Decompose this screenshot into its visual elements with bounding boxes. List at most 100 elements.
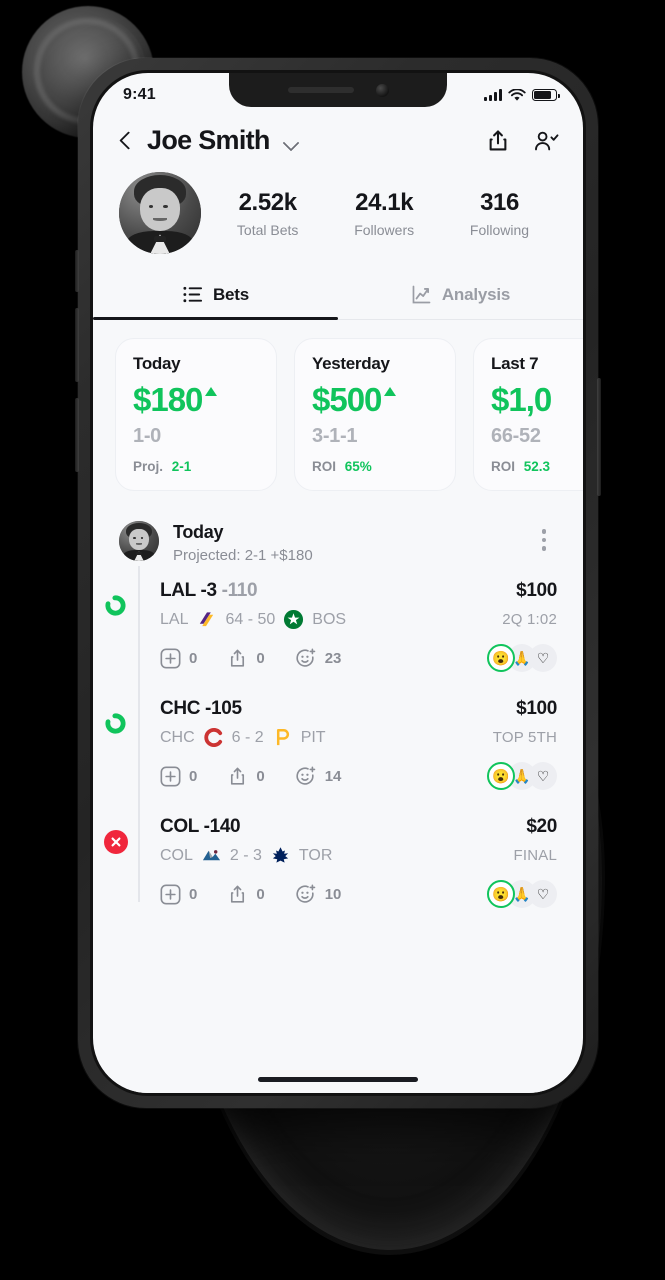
- card-amount: $500: [312, 381, 382, 418]
- add-reaction-action[interactable]: 10: [295, 884, 342, 905]
- tail-bet-action[interactable]: 0: [160, 884, 197, 905]
- volume-down-button[interactable]: [75, 398, 79, 472]
- page-title: Joe Smith: [147, 125, 270, 155]
- bet-row[interactable]: LAL -3 -110 $100 LAL 64 - 50 BOS 2Q 1:02…: [93, 566, 583, 684]
- stat-followers[interactable]: 24.1k Followers: [354, 189, 414, 238]
- volume-up-button[interactable]: [75, 308, 79, 382]
- profile-summary: 2.52k Total Bets 24.1k Followers 316 Fol…: [93, 162, 583, 272]
- card-amount: $180: [133, 381, 203, 418]
- add-reaction-icon: [296, 884, 315, 903]
- card-record: 3-1-1: [312, 425, 358, 447]
- score-line: 2 - 3: [229, 846, 262, 864]
- summary-card-today[interactable]: Today $180 1-0 Proj. 2-1: [115, 338, 277, 491]
- back-button[interactable]: [115, 130, 137, 152]
- score-line: 6 - 2: [231, 728, 264, 746]
- card-footer: Proj. 2-1: [133, 459, 259, 474]
- tab-bets[interactable]: Bets: [93, 272, 338, 320]
- notch: [229, 73, 447, 107]
- bets-timeline: LAL -3 -110 $100 LAL 64 - 50 BOS 2Q 1:02…: [93, 566, 583, 920]
- chevron-down-icon[interactable]: [282, 134, 300, 152]
- reaction-chip[interactable]: 😮: [487, 880, 515, 908]
- bet-game-time: FINAL: [513, 847, 557, 864]
- action-count: 10: [324, 885, 342, 903]
- share-bet-action[interactable]: 0: [227, 648, 265, 669]
- tab-label: Analysis: [441, 284, 511, 304]
- feed-avatar[interactable]: [119, 521, 159, 561]
- summary-cards-scroller[interactable]: Today $180 1-0 Proj. 2-1 Yesterday $500 …: [93, 320, 583, 509]
- card-foot-value: 2-1: [171, 459, 192, 474]
- home-indicator[interactable]: [258, 1076, 418, 1082]
- summary-card-last7[interactable]: Last 7 $1,0 66-52 ROI 52.3: [473, 338, 583, 491]
- tail-bet-action[interactable]: 0: [160, 766, 197, 787]
- phone-screen: 9:41 Joe Smith 2.52k Total Bets 24.1k Fo…: [93, 73, 583, 1093]
- bet-headline: COL -140 $20: [160, 816, 557, 838]
- share-bet-action[interactable]: 0: [227, 766, 265, 787]
- card-foot-label: ROI: [491, 459, 516, 474]
- summary-card-yesterday[interactable]: Yesterday $500 3-1-1 ROI 65%: [294, 338, 456, 491]
- bet-actions: 0 0: [160, 884, 341, 905]
- bet-actions: 0 0: [160, 766, 341, 787]
- score-line: 64 - 50: [225, 610, 276, 628]
- bet-body: LAL -3 -110 $100 LAL 64 - 50 BOS 2Q 1:02…: [138, 580, 557, 672]
- action-count: 0: [256, 767, 265, 785]
- bet-row[interactable]: COL -140 $20 COL 2 - 3 TOR FINAL 0 0 10 …: [93, 802, 583, 920]
- bet-score: COL 2 - 3 TOR: [160, 845, 332, 866]
- profile-stats: 2.52k Total Bets 24.1k Followers 316 Fol…: [201, 189, 557, 238]
- nav-actions: [485, 128, 559, 154]
- card-foot-label: ROI: [312, 459, 337, 474]
- tab-label: Bets: [212, 284, 250, 304]
- stat-label: Followers: [354, 221, 415, 238]
- card-foot-value: 52.3: [523, 459, 551, 474]
- feed-header-text: Today Projected: 2-1 +$180: [173, 521, 517, 564]
- stat-total-bets[interactable]: 2.52k Total Bets: [237, 189, 298, 238]
- more-vertical-icon[interactable]: [531, 521, 557, 551]
- card-amount-row: $500: [312, 383, 438, 416]
- card-amount: $1,0: [491, 381, 552, 418]
- bet-score: CHC 6 - 2 PIT: [160, 727, 326, 748]
- bet-reactions: 😮 🙏 ♡: [487, 762, 557, 790]
- tab-analysis[interactable]: Analysis: [338, 272, 583, 319]
- home-team: BOS: [312, 610, 347, 628]
- stat-label: Total Bets: [236, 221, 299, 238]
- reaction-chip[interactable]: 😮: [487, 644, 515, 672]
- bet-pick-text: LAL -3: [160, 580, 217, 601]
- bet-matchup: COL 2 - 3 TOR FINAL: [160, 845, 557, 866]
- stat-value: 2.52k: [238, 188, 297, 216]
- avatar[interactable]: [119, 172, 201, 254]
- bet-odds: -110: [221, 580, 258, 601]
- bet-actions: 0 0: [160, 648, 341, 669]
- action-count: 0: [256, 885, 265, 903]
- bet-body: COL -140 $20 COL 2 - 3 TOR FINAL 0 0 10 …: [138, 816, 557, 908]
- wifi-icon: [508, 88, 526, 101]
- summary-cards: Today $180 1-0 Proj. 2-1 Yesterday $500 …: [115, 338, 583, 491]
- stat-following[interactable]: 316 Following: [470, 189, 529, 238]
- add-reaction-action[interactable]: 23: [295, 648, 342, 669]
- mute-switch[interactable]: [75, 250, 79, 292]
- card-record: 66-52: [491, 425, 541, 447]
- bet-reactions: 😮 🙏 ♡: [487, 880, 557, 908]
- card-amount-row: $1,0: [491, 383, 583, 416]
- bet-actions-row: 0 0: [160, 644, 557, 672]
- feed-subtitle: Projected: 2-1 +$180: [173, 547, 313, 564]
- bet-actions-row: 0 0: [160, 762, 557, 790]
- tail-bet-action[interactable]: 0: [160, 648, 197, 669]
- share-icon[interactable]: [485, 128, 511, 154]
- card-footer: ROI 52.3: [491, 459, 583, 474]
- share-bet-action[interactable]: 0: [227, 884, 265, 905]
- power-button[interactable]: [597, 378, 601, 496]
- maple-leafs-logo: [272, 847, 289, 863]
- bet-status: [93, 816, 138, 908]
- action-count: 23: [324, 649, 342, 667]
- scene: 9:41 Joe Smith 2.52k Total Bets 24.1k Fo…: [0, 0, 665, 1280]
- action-count: 0: [256, 649, 265, 667]
- bet-game-time: 2Q 1:02: [502, 611, 557, 628]
- line-chart-icon: [412, 285, 431, 304]
- bet-row[interactable]: CHC -105 $100 CHC 6 - 2 PIT TOP 5TH 0 0 …: [93, 684, 583, 802]
- reaction-chip[interactable]: 😮: [487, 762, 515, 790]
- cellular-bars-icon: [484, 89, 502, 101]
- home-team: PIT: [300, 728, 326, 746]
- add-reaction-action[interactable]: 14: [295, 766, 341, 787]
- add-user-icon[interactable]: [533, 128, 559, 154]
- bet-actions-row: 0 0: [160, 880, 557, 908]
- feed-header: Today Projected: 2-1 +$180: [93, 515, 583, 564]
